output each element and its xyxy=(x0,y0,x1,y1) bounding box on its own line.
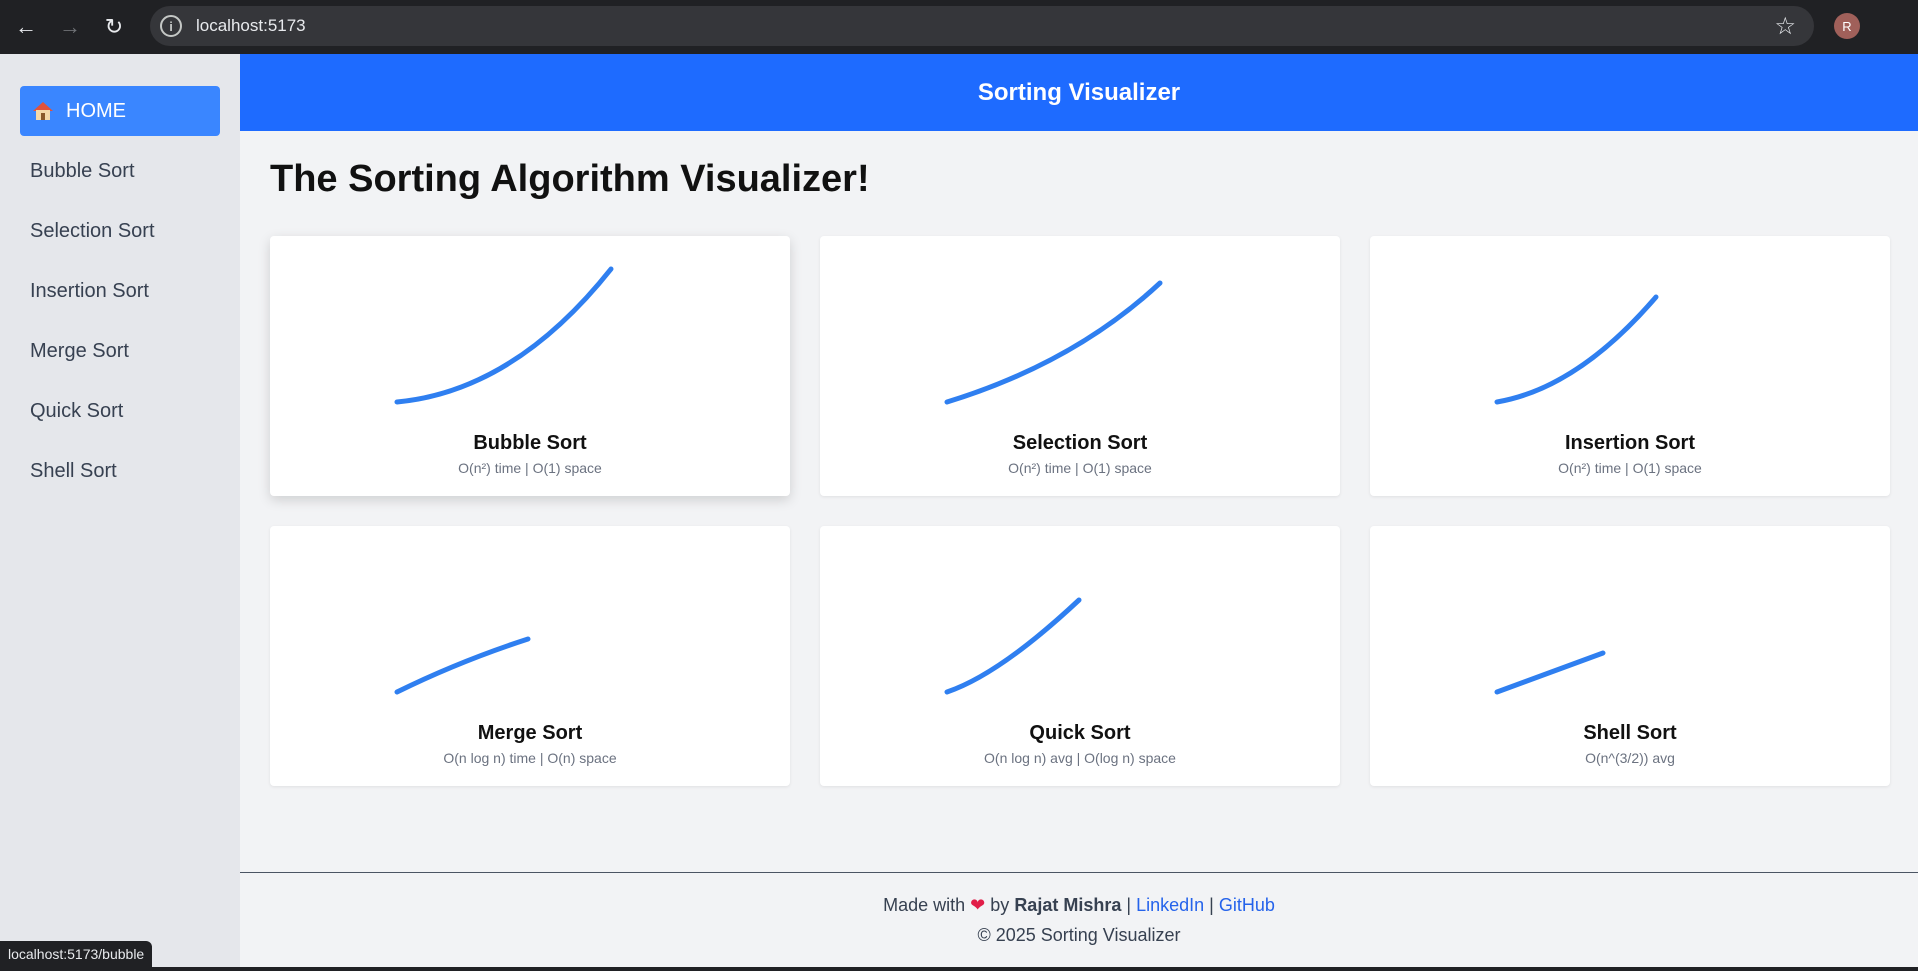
app-header: Sorting Visualizer xyxy=(240,54,1918,131)
complexity-curve-icon xyxy=(1494,650,1606,695)
sidebar-item-home[interactable]: HOME xyxy=(20,86,220,136)
separator: | xyxy=(1126,895,1132,915)
card-title: Selection Sort xyxy=(1012,432,1148,454)
footer: Made with ❤ by Rajat Mishra | LinkedIn |… xyxy=(240,872,1918,971)
complexity-curve-icon xyxy=(944,597,1082,695)
card-complexity: O(n²) time | O(1) space xyxy=(1558,460,1702,476)
card-title: Shell Sort xyxy=(1583,722,1677,744)
forward-icon[interactable]: → xyxy=(52,9,88,45)
complexity-curve-icon xyxy=(1494,294,1659,405)
complexity-curve-icon xyxy=(394,636,531,695)
bookmark-star-icon[interactable]: ☆ xyxy=(1774,12,1796,41)
algorithm-card-insertion-sort[interactable]: Insertion Sort O(n²) time | O(1) space xyxy=(1370,236,1890,496)
made-with-text: Made with xyxy=(883,895,966,915)
reload-icon[interactable]: ↻ xyxy=(96,9,132,45)
card-title: Merge Sort xyxy=(477,722,583,744)
algorithm-card-quick-sort[interactable]: Quick Sort O(n log n) avg | O(log n) spa… xyxy=(820,526,1340,786)
sidebar-item-insertion-sort[interactable]: Insertion Sort xyxy=(30,280,149,303)
copyright: © 2025 Sorting Visualizer xyxy=(977,925,1181,945)
card-complexity: O(n log n) avg | O(log n) space xyxy=(984,750,1176,766)
github-link[interactable]: GitHub xyxy=(1219,895,1275,915)
status-bar-url: localhost:5173/bubble xyxy=(0,941,153,967)
heart-icon: ❤ xyxy=(970,895,986,915)
card-complexity: O(n²) time | O(1) space xyxy=(458,460,602,476)
site-info-icon[interactable]: i xyxy=(160,15,182,37)
author-name: Rajat Mishra xyxy=(1014,895,1122,915)
sidebar-item-label: HOME xyxy=(66,99,126,122)
browser-toolbar: ← → ↻ i localhost:5173 ☆ R xyxy=(0,0,1918,54)
complexity-curve-icon xyxy=(394,266,614,405)
card-title: Quick Sort xyxy=(1029,722,1131,744)
page-title: The Sorting Algorithm Visualizer! xyxy=(270,158,870,200)
window-bottom-border xyxy=(0,967,1918,971)
card-title: Bubble Sort xyxy=(473,432,587,454)
card-complexity: O(n log n) time | O(n) space xyxy=(443,750,617,766)
sidebar-item-quick-sort[interactable]: Quick Sort xyxy=(30,400,123,423)
by-text: by xyxy=(990,895,1010,915)
footer-credits: Made with ❤ by Rajat Mishra | LinkedIn |… xyxy=(240,895,1918,916)
back-icon[interactable]: ← xyxy=(8,9,44,45)
card-complexity: O(n^(3/2)) avg xyxy=(1585,750,1675,766)
sidebar-item-selection-sort[interactable]: Selection Sort xyxy=(30,220,155,243)
address-url[interactable]: localhost:5173 xyxy=(196,16,306,36)
sidebar-item-shell-sort[interactable]: Shell Sort xyxy=(30,460,117,483)
sidebar-item-merge-sort[interactable]: Merge Sort xyxy=(30,340,129,363)
separator: | xyxy=(1209,895,1214,915)
linkedin-link[interactable]: LinkedIn xyxy=(1136,895,1204,915)
card-title: Insertion Sort xyxy=(1564,432,1695,454)
algorithm-card-selection-sort[interactable]: Selection Sort O(n²) time | O(1) space xyxy=(820,236,1340,496)
sidebar: HOME Bubble Sort Selection Sort Insertio… xyxy=(0,54,240,971)
sidebar-item-bubble-sort[interactable]: Bubble Sort xyxy=(30,160,135,183)
card-complexity: O(n²) time | O(1) space xyxy=(1008,460,1152,476)
complexity-curve-icon xyxy=(944,280,1163,405)
algorithm-card-shell-sort[interactable]: Shell Sort O(n^(3/2)) avg xyxy=(1370,526,1890,786)
profile-avatar[interactable]: R xyxy=(1834,13,1860,39)
algorithm-card-merge-sort[interactable]: Merge Sort O(n log n) time | O(n) space xyxy=(270,526,790,786)
algorithm-card-bubble-sort[interactable]: Bubble Sort O(n²) time | O(1) space xyxy=(270,236,790,496)
app-title: Sorting Visualizer xyxy=(977,78,1181,106)
address-bar[interactable]: i localhost:5173 ☆ xyxy=(150,6,1814,46)
home-icon xyxy=(33,102,53,120)
